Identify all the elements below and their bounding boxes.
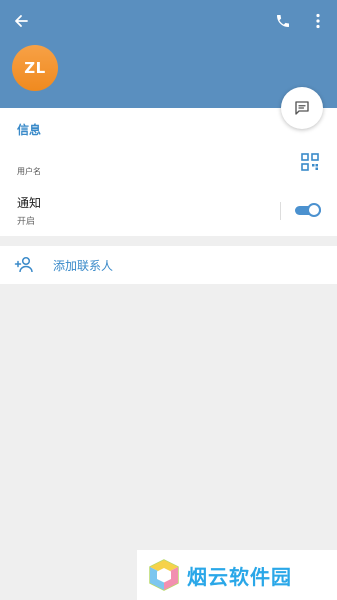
qr-code-button[interactable] <box>300 152 320 172</box>
send-message-button[interactable] <box>281 87 323 129</box>
username-caption: 用户名 <box>17 167 41 176</box>
info-card: 信息 用户名 通知 开启 <box>0 108 337 236</box>
notifications-label[interactable]: 通知 <box>17 194 41 211</box>
back-button[interactable] <box>6 6 36 36</box>
add-contact-row[interactable]: 添加联系人 <box>0 246 337 284</box>
arrow-left-icon <box>15 15 28 27</box>
more-options-button[interactable] <box>305 6 331 36</box>
avatar[interactable]: ZL <box>12 45 58 91</box>
message-icon <box>295 101 309 115</box>
cube-logo-icon <box>149 559 179 591</box>
profile-header: ZL <box>0 0 337 108</box>
section-title-info: 信息 <box>17 123 42 137</box>
toggle-knob <box>307 203 321 217</box>
avatar-initials: ZL <box>24 59 46 77</box>
qr-code-icon <box>301 153 319 171</box>
call-button[interactable] <box>268 6 298 36</box>
notifications-toggle[interactable] <box>295 203 321 218</box>
watermark-text: 烟云软件园 <box>187 564 292 589</box>
add-contact-label: 添加联系人 <box>53 259 114 273</box>
phone-icon <box>277 15 289 27</box>
divider <box>280 202 281 220</box>
notifications-status: 开启 <box>17 217 36 227</box>
more-vertical-icon <box>316 13 320 29</box>
watermark: 烟云软件园 <box>137 550 337 600</box>
add-person-icon <box>14 256 33 273</box>
